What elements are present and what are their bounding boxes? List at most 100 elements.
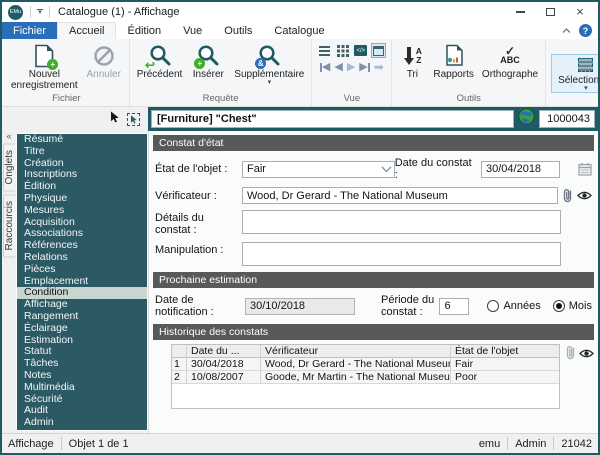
first-record-button[interactable]: ◀: [319, 62, 330, 73]
divider: [49, 6, 50, 18]
collapse-sidebar-icon[interactable]: «: [6, 132, 11, 141]
date-constat-input[interactable]: [481, 160, 560, 178]
radio-mois[interactable]: Mois: [552, 300, 592, 312]
sidebar-item-notes[interactable]: Notes: [17, 369, 147, 382]
record-title-bar: [Furniture] "Chest" 1000043: [148, 107, 598, 131]
tab-outils[interactable]: Outils: [213, 22, 263, 39]
next-record-button[interactable]: ▶: [347, 62, 355, 73]
table-row[interactable]: 2 10/08/2007 Goode, Mr Martin - The Nati…: [172, 371, 559, 384]
next-record-icon: ▶: [346, 61, 356, 73]
ribbon-group-vue: </> ◀ ◀ ▶ ▶ ➡ Vue: [312, 39, 393, 106]
green-arrow-icon: ↩: [144, 58, 156, 72]
calendar-icon[interactable]: [578, 162, 592, 176]
periode-constat-label: Période du constat :: [381, 294, 435, 318]
manipulation-textarea[interactable]: [242, 242, 561, 266]
sort-label: Tri: [406, 69, 418, 80]
select-button[interactable]: Sélectionner ▾: [551, 53, 600, 93]
list-view-button[interactable]: [317, 43, 332, 58]
attachment-icon[interactable]: [562, 188, 573, 203]
previous-search-button[interactable]: ↩ Précédent: [133, 40, 187, 80]
sidebar-item-physique[interactable]: Physique: [17, 192, 147, 205]
vertical-tab-onglets[interactable]: Onglets: [3, 143, 15, 192]
historique-header-row: Date du ... Vérificateur État de l'objet: [172, 345, 559, 358]
select-record-icon[interactable]: [127, 112, 140, 126]
eye-icon[interactable]: [579, 346, 594, 364]
radio-annees-circle: [487, 300, 500, 312]
cell-rownum: 2: [172, 371, 187, 384]
ribbon-group-selection: Sélectionner ▾: [546, 39, 600, 106]
grid-view-button[interactable]: [335, 43, 350, 58]
main-content: « Onglets Raccourcis Résumé Titre Créati…: [2, 131, 598, 433]
select-label: Sélectionner: [558, 74, 600, 86]
sidebar-item-multimedia[interactable]: Multimédia: [17, 381, 147, 394]
app-window: EMu ▾ Catalogue (1) - Affichage × Fichie…: [0, 0, 600, 455]
additional-search-button[interactable]: & Supplémentaire ▾: [230, 40, 308, 87]
minimize-button[interactable]: [505, 3, 535, 21]
sidebar-item-admin[interactable]: Admin: [17, 416, 147, 429]
section-header-historique: Historique des constats: [153, 324, 594, 340]
globe-icon[interactable]: [518, 108, 535, 130]
eye-icon[interactable]: [577, 190, 592, 201]
help-icon[interactable]: ?: [579, 24, 592, 37]
attachment-icon[interactable]: [565, 345, 576, 365]
spelling-button[interactable]: ✓ ABC Orthographe: [478, 40, 542, 81]
status-session: 21042: [561, 437, 592, 450]
sidebar-item-titre[interactable]: Titre: [17, 145, 147, 158]
table-row[interactable]: 1 30/04/2018 Wood, Dr Gerard - The Natio…: [172, 358, 559, 371]
tab-vue[interactable]: Vue: [172, 22, 213, 39]
insert-button[interactable]: + Insérer: [186, 40, 230, 80]
close-button[interactable]: ×: [565, 3, 595, 21]
pointer-cursor-icon[interactable]: [110, 110, 120, 128]
code-view-button[interactable]: </>: [353, 43, 368, 58]
col-rownum[interactable]: [172, 345, 187, 358]
cell-etat: Poor: [451, 371, 559, 384]
window-title: Catalogue (1) - Affichage: [58, 6, 180, 18]
group-label-vue: Vue: [343, 93, 361, 104]
date-notification-label: Date de notification :: [155, 294, 214, 318]
previous-record-button[interactable]: ◀: [334, 62, 342, 73]
group-label-fichier: Fichier: [52, 93, 81, 104]
cell-verificateur: Wood, Dr Gerard - The National Museum: [261, 358, 451, 371]
goto-record-button[interactable]: ➡: [374, 61, 384, 73]
verificateur-input[interactable]: [242, 187, 558, 204]
group-label-requete: Requête: [202, 93, 239, 104]
col-etat[interactable]: État de l'objet: [451, 345, 559, 358]
chevron-down-icon: ▾: [267, 79, 272, 87]
quick-access-dropdown[interactable]: ▾: [35, 8, 45, 16]
col-verificateur[interactable]: Vérificateur: [261, 345, 451, 358]
tab-sidebar: Résumé Titre Création Inscriptions Éditi…: [16, 133, 148, 431]
maximize-button[interactable]: [535, 3, 565, 21]
tab-fichier[interactable]: Fichier: [2, 22, 58, 39]
sidebar-item-pieces[interactable]: Pièces: [17, 263, 147, 276]
tab-accueil[interactable]: Accueil: [57, 22, 117, 39]
details-view-button[interactable]: [371, 43, 387, 58]
sidebar-item-mesures[interactable]: Mesures: [17, 204, 147, 217]
last-record-button[interactable]: ▶: [359, 62, 370, 73]
reports-button[interactable]: Rapports: [429, 40, 478, 80]
new-record-button[interactable]: + Nouvel enregistrement: [7, 40, 82, 91]
details-constat-textarea[interactable]: [242, 210, 561, 234]
date-notification-input[interactable]: [245, 297, 355, 315]
sidebar-item-relations[interactable]: Relations: [17, 251, 147, 264]
sidebar-item-rangement[interactable]: Rangement: [17, 310, 147, 323]
etat-objet-select[interactable]: Fair: [242, 160, 395, 178]
code-view-icon: </>: [354, 45, 368, 56]
sidebar-item-eclairage[interactable]: Éclairage: [17, 322, 147, 335]
previous-search-label: Précédent: [136, 69, 183, 80]
vertical-tab-raccourcis[interactable]: Raccourcis: [3, 194, 15, 258]
sort-button[interactable]: AZ Tri: [395, 40, 429, 80]
sort-z-glyph: Z: [416, 54, 422, 65]
chevron-down-icon: [381, 166, 392, 172]
tab-edition[interactable]: Édition: [116, 22, 172, 39]
radio-annees[interactable]: Années: [487, 300, 541, 312]
previous-search-icon: ↩: [144, 42, 172, 72]
chevron-down-icon: ▾: [584, 84, 588, 92]
tab-catalogue[interactable]: Catalogue: [263, 22, 335, 39]
date-constat-label: Date du constat :: [394, 157, 472, 181]
cancel-button[interactable]: Annuler: [82, 40, 126, 80]
historique-table: Date du ... Vérificateur État de l'objet…: [171, 344, 560, 409]
periode-constat-input[interactable]: [439, 297, 470, 315]
collapse-ribbon-icon[interactable]: [562, 28, 571, 33]
last-record-icon: [367, 63, 370, 72]
col-date[interactable]: Date du ...: [187, 345, 261, 358]
